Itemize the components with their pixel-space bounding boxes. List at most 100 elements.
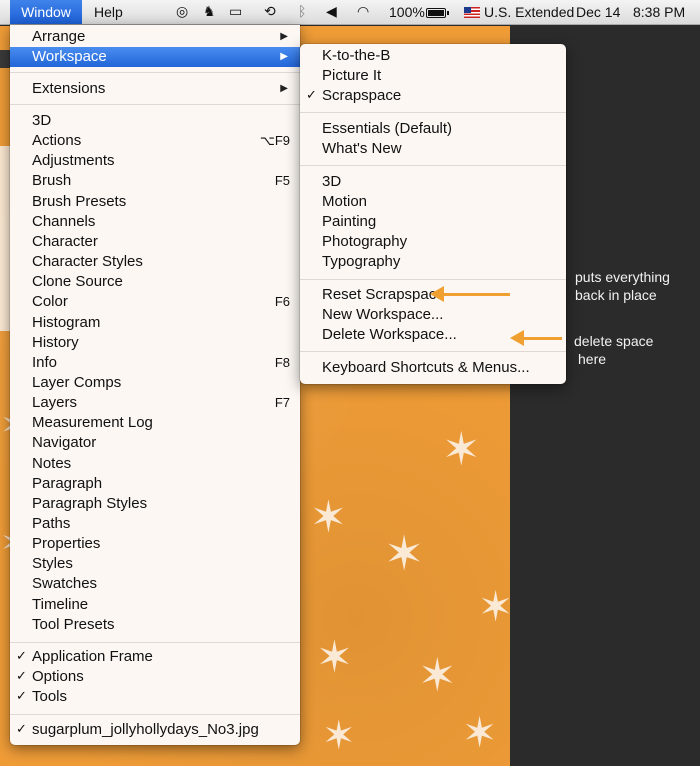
menu-item-panel[interactable]: Swatches [10,574,300,594]
menu-item-label: Properties [32,535,101,553]
menu-item-essentials[interactable]: Essentials (Default) [300,119,566,139]
reset-arrow-line [442,293,510,296]
menu-item-label: Clone Source [32,273,123,291]
menu-item-picture-it[interactable]: Picture It [300,66,566,86]
menu-item-new-workspace[interactable]: New Workspace... [300,305,566,325]
menu-item-label: Layer Comps [32,373,122,391]
star-decoration: ✶ [316,632,353,683]
menu-item-panel[interactable]: Character Styles [10,252,300,272]
menu-item-panel[interactable]: Paths [10,514,300,534]
checkmark-icon: ✓ [16,649,27,664]
menu-item-label: Notes [32,454,72,472]
menu-item-panel[interactable]: Brush Presets [10,192,300,212]
menu-item-label: Reset Scrapspace [322,286,445,303]
menu-item-painting[interactable]: Painting [300,212,566,232]
annotation-line: here [578,351,607,367]
menu-item-panel[interactable]: Navigator [10,433,300,453]
menu-item-panel[interactable]: Brush F5 [10,171,300,191]
menu-item-motion[interactable]: Motion [300,192,566,212]
menu-item-label: Paths [32,515,71,532]
input-source-label[interactable]: U.S. Extended [484,0,574,24]
status-circle-icon[interactable]: ◎ [176,0,188,24]
us-flag-icon[interactable] [464,7,480,18]
menu-separator [10,104,300,105]
volume-icon[interactable]: ◀ [326,0,337,24]
menu-item-shortcut: F5 [274,173,290,189]
menu-item-panel[interactable]: Layers F7 [10,393,300,413]
menu-item-label: Layers [32,394,78,412]
evernote-icon[interactable]: ♞ [203,0,216,24]
menu-item-label: Adjustments [32,152,115,170]
bluetooth-icon[interactable]: ᛒ [298,0,306,24]
annotation-line: back in place [575,287,657,303]
menu-item-label: Picture It [322,67,382,84]
checkmark-icon: ✓ [306,88,317,103]
menu-item-label: Tool Presets [32,615,115,633]
menu-item-panel[interactable]: Color F6 [10,292,300,312]
time-label[interactable]: 8:38 PM [633,0,685,24]
menu-item-whats-new[interactable]: What's New [300,139,566,159]
menu-item-panel[interactable]: Clone Source [10,272,300,292]
menu-item-shortcut: F7 [274,395,290,411]
reset-annotation: puts everything back in place [575,268,670,304]
menu-item-panel[interactable]: Paragraph [10,474,300,494]
menu-item-panel[interactable]: Histogram [10,313,300,333]
menu-item-panel[interactable]: Character [10,232,300,252]
submenu-arrow-icon: ▶ [280,31,288,42]
menu-item-label: Tools [32,688,68,705]
menu-item-label: Character Styles [32,253,143,271]
menu-item-tools[interactable]: ✓ Tools [10,687,300,707]
battery-percent[interactable]: 100% [389,0,425,24]
menu-item-label: Motion [322,193,368,210]
menu-item-scrapspace[interactable]: ✓ Scrapspace [300,86,566,106]
menu-item-panel[interactable]: History [10,333,300,353]
menu-item-panel[interactable]: Layer Comps [10,373,300,393]
menu-item-delete-workspace[interactable]: Delete Workspace... [300,325,566,345]
menu-item-panel[interactable]: Measurement Log [10,413,300,433]
menu-item-label: Essentials (Default) [322,120,453,137]
menu-item-panel[interactable]: Notes [10,454,300,474]
menu-item-panel[interactable]: Channels [10,212,300,232]
wifi-icon[interactable]: ◠ [357,0,369,24]
menu-item-3d-workspace[interactable]: 3D [300,172,566,192]
airplay-icon[interactable]: ▭ [229,0,242,24]
menu-item-label: Styles [32,555,73,573]
menu-item-panel[interactable]: Paragraph Styles [10,494,300,514]
time-machine-icon[interactable]: ⟲ [264,0,276,24]
menu-separator [300,279,566,280]
menu-item-panel[interactable]: Tool Presets [10,615,300,635]
menu-item-panel[interactable]: Timeline [10,595,300,615]
menu-item-label: K-to-the-B [322,47,391,64]
menu-item-label: Options [32,668,84,685]
menu-item-panel[interactable]: 3D [10,111,300,131]
menu-item-options[interactable]: ✓ Options [10,667,300,687]
menu-item-k-to-the-b[interactable]: K-to-the-B [300,46,566,66]
menu-item-panel[interactable]: Properties [10,534,300,554]
menu-item-workspace[interactable]: Workspace ▶ [10,47,300,67]
date-label[interactable]: Dec 14 [576,0,620,24]
menu-item-arrange[interactable]: Arrange ▶ [10,27,300,47]
menu-item-extensions[interactable]: Extensions ▶ [10,79,300,99]
delete-annotation: delete space here [574,332,653,368]
menu-item-label: Brush Presets [32,192,127,210]
star-decoration: ✶ [478,582,514,631]
menu-item-application-frame[interactable]: ✓ Application Frame [10,647,300,667]
menu-item-document[interactable]: ✓ sugarplum_jollyhollydays_No3.jpg [10,720,300,740]
menu-item-keyboard-shortcuts[interactable]: Keyboard Shortcuts & Menus... [300,358,566,378]
menu-item-panel[interactable]: Adjustments [10,151,300,171]
menu-item-typography[interactable]: Typography [300,252,566,272]
menu-item-label: Info [32,353,58,371]
menu-item-panel[interactable]: Info F8 [10,353,300,373]
menu-item-panel[interactable]: Actions ⌥F9 [10,131,300,151]
menu-item-label: 3D [322,173,342,190]
battery-icon[interactable] [426,7,449,18]
menu-item-label: Character [32,232,98,250]
menu-item-label: Scrapspace [322,87,402,104]
menu-item-panel[interactable]: Styles [10,554,300,574]
menu-help[interactable]: Help [88,0,129,24]
menu-item-label: Navigator [32,434,97,452]
menu-window[interactable]: Window [10,0,82,24]
delete-arrow-line [522,337,562,340]
menu-item-label: New Workspace... [322,306,444,323]
menu-item-photography[interactable]: Photography [300,232,566,252]
